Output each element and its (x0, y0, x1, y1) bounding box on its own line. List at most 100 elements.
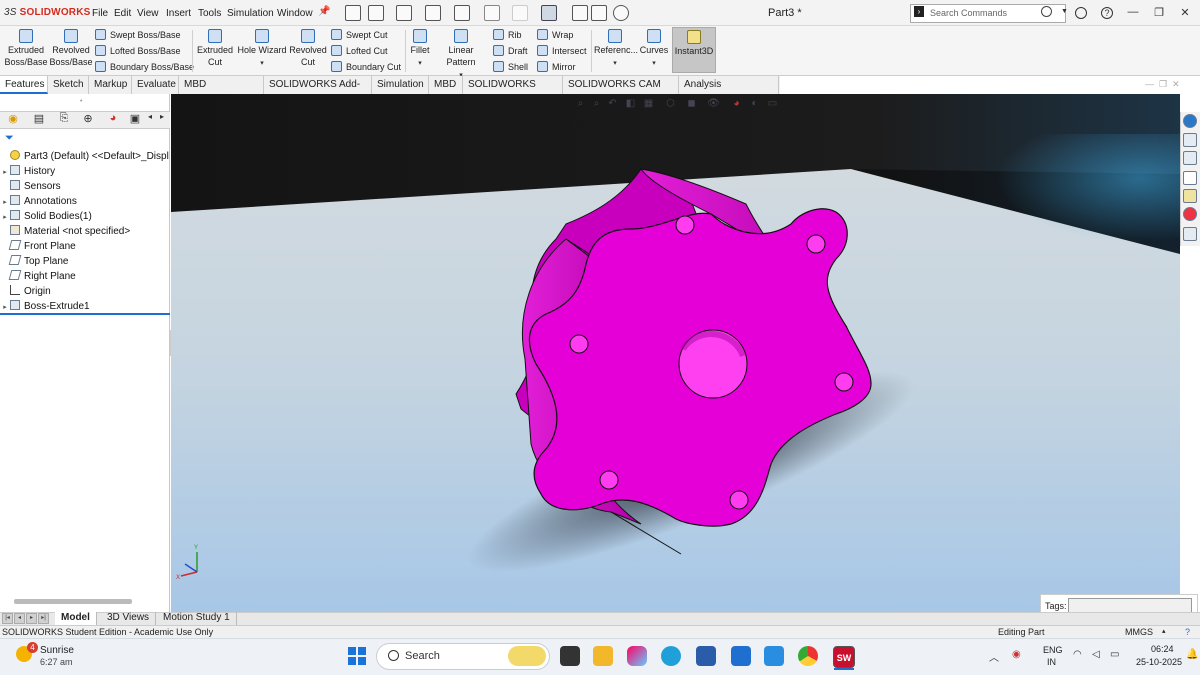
expand-arrow-icon[interactable]: ▸ (0, 195, 10, 210)
tab-solidworks-cam-tbm[interactable]: SOLIDWORKS CAM TBM (563, 76, 679, 107)
viewport-window-controls[interactable]: — ❐ ✕ (1145, 79, 1180, 90)
feature-manager-tab-icon[interactable]: ◉ (4, 112, 22, 128)
curves-button[interactable]: Curves ▾ (638, 29, 670, 70)
fillet-button[interactable]: Fillet ▾ (408, 29, 432, 70)
task-view-icon[interactable] (560, 646, 580, 666)
vscode-icon[interactable] (764, 646, 784, 666)
first-tab-icon[interactable]: |◂ (2, 613, 13, 624)
menu-edit[interactable]: Edit (114, 8, 131, 19)
property-manager-tab-icon[interactable]: ▤ (30, 112, 48, 128)
tab-3d-views[interactable]: 3D Views (101, 612, 157, 625)
section-view-icon[interactable]: ◧ (624, 98, 637, 111)
restore-icon[interactable]: ❐ (1152, 6, 1166, 20)
menu-insert[interactable]: Insert (166, 8, 191, 19)
notifications-icon[interactable]: 🔔 (1186, 649, 1198, 660)
new-document-icon[interactable] (368, 5, 384, 21)
tab-motion-study-1[interactable]: Motion Study 1 (157, 612, 237, 625)
solidworks-logo[interactable]: 3S SOLIDWORKS (4, 7, 91, 18)
redo-icon[interactable] (512, 5, 528, 21)
rollback-bar[interactable] (0, 313, 170, 315)
panel-scroll-right-icon[interactable]: ▸ (157, 112, 167, 128)
dimxpert-tab-icon[interactable]: ⊕ (79, 112, 97, 128)
previous-view-icon[interactable]: ↶ (606, 98, 619, 111)
file-explorer-icon[interactable] (1183, 151, 1197, 165)
todo-app-icon[interactable] (731, 646, 751, 666)
revolved-boss-button[interactable]: Revolved Boss/Base (49, 29, 93, 68)
open-folder-icon[interactable] (396, 5, 412, 21)
panel-scroll-left-icon[interactable]: ◂ (145, 112, 155, 128)
save-icon[interactable] (425, 5, 441, 21)
units-dropdown-icon[interactable]: ▴ (1162, 627, 1166, 635)
tree-item-history[interactable]: ▸ History (0, 164, 55, 179)
expand-arrow-icon[interactable]: ▸ (0, 210, 10, 225)
menu-window[interactable]: Window (277, 8, 313, 19)
tab-solidworks-cam[interactable]: SOLIDWORKS CAM (463, 76, 563, 107)
tab-markup[interactable]: Markup (89, 76, 132, 94)
tab-solidworks-addins[interactable]: SOLIDWORKS Add-Ins (264, 76, 372, 107)
intersect-button[interactable]: Intersect (537, 45, 587, 56)
appearances-icon[interactable] (1183, 189, 1197, 203)
filter-icon[interactable]: ⏷ (5, 132, 14, 145)
instant3d-button[interactable]: Instant3D (672, 27, 716, 73)
cam-tab-icon[interactable]: ▣ (126, 112, 144, 128)
curves-dropdown-icon[interactable]: ▾ (652, 60, 656, 67)
menu-simulation[interactable]: Simulation (227, 8, 274, 19)
tree-item-material[interactable]: Material <not specified> (0, 224, 130, 239)
view-orientation-icon[interactable]: ⬡ (664, 98, 677, 111)
chrome-icon[interactable] (798, 646, 818, 666)
tab-model[interactable]: Model (55, 612, 97, 625)
design-library-icon[interactable] (1183, 133, 1197, 147)
user-account-icon[interactable] (1075, 7, 1087, 19)
tab-mbd-dimensions[interactable]: MBD Dimensions (179, 76, 264, 107)
tab-mbd[interactable]: MBD (429, 76, 463, 94)
edit-appearance-icon[interactable]: ◕ (730, 98, 743, 111)
swept-boss-button[interactable]: Swept Boss/Base (95, 29, 181, 40)
tree-item-right-plane[interactable]: Right Plane (0, 269, 76, 284)
hole-wizard-dropdown-icon[interactable]: ▾ (260, 60, 264, 67)
edge-browser-icon[interactable] (661, 646, 681, 666)
tab-simulation[interactable]: Simulation (372, 76, 429, 94)
extruded-cut-button[interactable]: Extruded Cut (195, 29, 235, 68)
hole-wizard-button[interactable]: Hole Wizard ▾ (237, 29, 287, 70)
rebuild-icon[interactable] (572, 5, 588, 21)
clock-time[interactable]: 06:24 (1151, 644, 1174, 654)
view-settings-icon[interactable]: ▭ (766, 98, 779, 111)
tab-sketch[interactable]: Sketch (48, 76, 89, 94)
expand-arrow-icon[interactable]: ▸ (0, 165, 10, 180)
store-icon[interactable] (696, 646, 716, 666)
extruded-boss-button[interactable]: Extruded Boss/Base (4, 29, 48, 68)
language-indicator[interactable]: ENG (1043, 645, 1063, 655)
volume-icon[interactable]: ◁ (1092, 649, 1100, 660)
print-icon[interactable] (454, 5, 470, 21)
configuration-manager-tab-icon[interactable]: ⎘ (55, 112, 73, 128)
solidworks-resources-icon[interactable] (1183, 114, 1197, 128)
view-palette-icon[interactable] (1183, 171, 1197, 185)
lofted-boss-button[interactable]: Lofted Boss/Base (95, 45, 181, 56)
hide-show-items-icon[interactable]: 👁 (707, 98, 720, 111)
windows-start-icon[interactable] (348, 647, 366, 665)
weather-title[interactable]: Sunrise (40, 645, 74, 656)
tree-item-origin[interactable]: Origin (0, 284, 51, 299)
tree-item-sensors[interactable]: Sensors (0, 179, 61, 194)
close-icon[interactable]: ✕ (1178, 6, 1192, 20)
reference-dropdown-icon[interactable]: ▾ (613, 60, 617, 67)
boundary-cut-button[interactable]: Boundary Cut (331, 61, 401, 72)
custom-properties-icon[interactable] (1183, 207, 1197, 221)
boundary-boss-button[interactable]: Boundary Boss/Base (95, 61, 194, 72)
search-icon[interactable] (1041, 6, 1052, 17)
search-dropdown-icon[interactable]: ▼ (1061, 8, 1068, 15)
file-properties-icon[interactable] (591, 5, 607, 21)
mirror-button[interactable]: Mirror (537, 61, 576, 72)
rib-button[interactable]: Rib (493, 29, 522, 40)
last-tab-icon[interactable]: ▸| (38, 613, 49, 624)
zoom-to-area-icon[interactable]: ⌕ (590, 98, 603, 111)
tab-analysis-preparation[interactable]: Analysis Preparation (679, 76, 779, 107)
wrap-button[interactable]: Wrap (537, 29, 573, 40)
help-icon[interactable]: ? (1101, 7, 1113, 19)
linear-pattern-button[interactable]: Linear Pattern▾ (433, 29, 489, 82)
wifi-icon[interactable]: ◠ (1073, 649, 1082, 660)
tree-item-solid-bodies[interactable]: ▸ Solid Bodies(1) (0, 209, 92, 224)
file-explorer-app-icon[interactable] (593, 646, 613, 666)
shell-button[interactable]: Shell (493, 61, 528, 72)
menu-file[interactable]: File (92, 8, 108, 19)
